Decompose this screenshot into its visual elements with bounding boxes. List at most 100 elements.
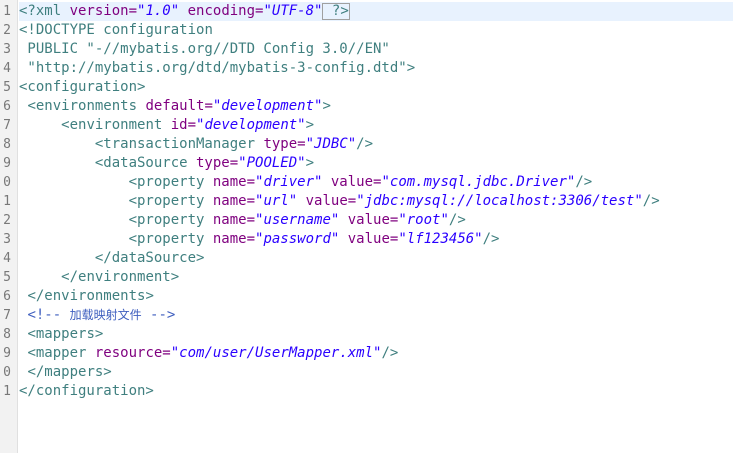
code-line-property-url[interactable]: <property name="url" value="jdbc:mysql:/…: [19, 192, 660, 211]
attr-name: name=: [204, 174, 256, 190]
line-number: 8: [3, 327, 11, 342]
code-line-mappers-close[interactable]: </mappers>: [19, 363, 112, 382]
tag-self-close: />: [642, 193, 660, 209]
code-line-xml-declaration[interactable]: <?xml version="1.0" encoding="UTF-8" ?>: [19, 2, 733, 21]
tag-property: <property: [128, 231, 205, 247]
tag-mapper: <mapper: [27, 345, 87, 361]
tag-configuration-open: <configuration>: [19, 79, 146, 95]
code-line-doctype-public[interactable]: PUBLIC "-//mybatis.org//DTD Config 3.0//…: [19, 40, 390, 59]
tag-self-close: />: [575, 174, 593, 190]
value-type: "JDBC": [305, 136, 357, 152]
attr-default: default=: [137, 98, 213, 114]
code-line-environments-close[interactable]: </environments>: [19, 287, 154, 306]
code-line-doctype[interactable]: <!DOCTYPE configuration: [19, 21, 213, 40]
code-text-area[interactable]: <?xml version="1.0" encoding="UTF-8" ?> …: [19, 0, 733, 453]
code-line-property-username[interactable]: <property name="username" value="root"/>: [19, 211, 466, 230]
value-name: "driver": [255, 174, 323, 190]
code-line-property-password[interactable]: <property name="password" value="lf12345…: [19, 230, 500, 249]
doctype-public-id: PUBLIC "-//mybatis.org//DTD Config 3.0//…: [19, 41, 390, 57]
code-line-mapper[interactable]: <mapper resource="com/user/UserMapper.xm…: [19, 344, 398, 363]
pi-open: <?xml: [19, 3, 70, 19]
value-value: "com.mysql.jdbc.Driver": [381, 174, 576, 190]
line-number: 4: [3, 61, 11, 76]
line-number: 5: [3, 80, 11, 95]
tag-datasource: <dataSource: [94, 155, 188, 171]
doctype-open: <!DOCTYPE: [19, 22, 104, 38]
tag-datasource-close: </dataSource>: [94, 250, 205, 266]
code-line-property-driver[interactable]: <property name="driver" value="com.mysql…: [19, 173, 593, 192]
attr-name: name=: [204, 231, 256, 247]
tag-configuration-close: </configuration>: [19, 383, 154, 399]
attr-name: name=: [204, 212, 256, 228]
value-name: "username": [255, 212, 340, 228]
value-version: "1.0": [137, 3, 180, 19]
code-line-configuration-open[interactable]: <configuration>: [19, 78, 145, 97]
line-number: 3: [3, 232, 11, 247]
tag-environments-close: </environments>: [27, 288, 154, 304]
code-line-datasource-open[interactable]: <dataSource type="POOLED">: [19, 154, 314, 173]
tag-mappers-open: <mappers>: [27, 326, 104, 342]
line-number: 2: [3, 23, 11, 38]
attr-value: value=: [339, 212, 399, 228]
line-number: 5: [3, 270, 11, 285]
tag-self-close: />: [482, 231, 500, 247]
code-line-configuration-close[interactable]: </configuration>: [19, 382, 154, 401]
code-line-mappers-open[interactable]: <mappers>: [19, 325, 103, 344]
tag-close: >: [305, 155, 315, 171]
code-line-environment-close[interactable]: </environment>: [19, 268, 179, 287]
tag-self-close: />: [381, 345, 399, 361]
code-line-comment[interactable]: <!-- 加载映射文件 -->: [19, 306, 175, 325]
tag-close: >: [305, 117, 315, 133]
tag-environment-close: </environment>: [61, 269, 180, 285]
attr-type: type=: [187, 155, 239, 171]
attr-type: type=: [255, 136, 306, 152]
attr-id: id=: [162, 117, 197, 133]
tag-self-close: />: [448, 212, 466, 228]
doctype-system-id: "http://mybatis.org/dtd/mybatis-3-config…: [19, 60, 416, 76]
attr-value: value=: [322, 174, 382, 190]
value-default: "development": [212, 98, 323, 114]
code-line-transaction-manager[interactable]: <transactionManager type="JDBC"/>: [19, 135, 373, 154]
line-number: 9: [3, 156, 11, 171]
attr-version: version=: [69, 3, 138, 19]
attr-encoding: encoding=: [179, 3, 264, 19]
line-number: 7: [3, 118, 11, 133]
line-number: 0: [3, 175, 11, 190]
value-name: "password": [255, 231, 340, 247]
xml-code-editor[interactable]: 1 2 3 4 5 6 7 8 9 0 1 2 3 4 5 6 7 8 9 0 …: [0, 0, 733, 453]
attr-value: value=: [297, 193, 357, 209]
tag-self-close: />: [356, 136, 374, 152]
value-value: "root": [398, 212, 449, 228]
value-id: "development": [196, 117, 306, 133]
line-number: 1: [3, 4, 11, 19]
value-resource: "com/user/UserMapper.xml": [170, 345, 382, 361]
comment-open: <!--: [27, 307, 70, 323]
pi-close-bracket-match: ?>: [322, 2, 350, 20]
line-number: 7: [3, 308, 11, 323]
code-line-environment-open[interactable]: <environment id="development">: [19, 116, 314, 135]
code-line-environments-open[interactable]: <environments default="development">: [19, 97, 330, 116]
tag-mappers-close: </mappers>: [27, 364, 112, 380]
line-number: 9: [3, 346, 11, 361]
line-number: 6: [3, 99, 11, 114]
comment-text: 加载映射文件: [69, 308, 142, 322]
value-value: "lf123456": [398, 231, 483, 247]
code-line-doctype-system[interactable]: "http://mybatis.org/dtd/mybatis-3-config…: [19, 59, 415, 78]
tag-property: <property: [128, 193, 205, 209]
line-number: 1: [3, 194, 11, 209]
value-name: "url": [255, 193, 298, 209]
tag-property: <property: [128, 174, 205, 190]
code-line-datasource-close[interactable]: </dataSource>: [19, 249, 205, 268]
tag-property: <property: [128, 212, 205, 228]
doctype-name: configuration: [103, 22, 213, 38]
line-number: 3: [3, 42, 11, 57]
attr-name: name=: [204, 193, 256, 209]
